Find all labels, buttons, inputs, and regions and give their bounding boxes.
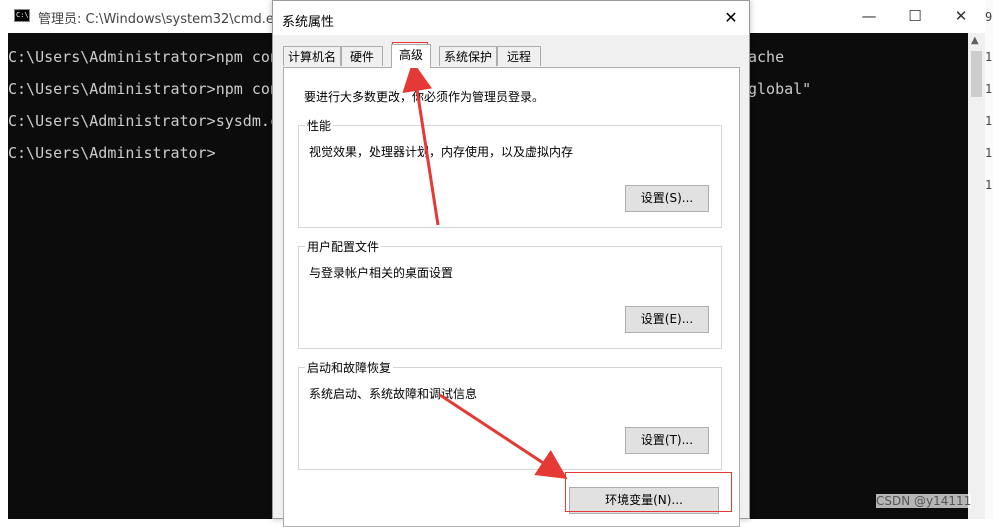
cmd-line-fragment: global" [748,80,812,98]
highlight-env-button [565,472,732,512]
group-description: 与登录帐户相关的桌面设置 [309,266,454,280]
edge-number: 1 [985,114,993,128]
startup-recovery-settings-button[interactable]: 设置(T)... [625,427,709,454]
cmd-maximize-button[interactable]: ☐ [892,0,938,32]
tab-hardware[interactable]: 硬件 [341,46,383,66]
system-properties-dialog: 系统属性 ✕ 计算机名 硬件 高级 系统保护 远程 要进行大多数更改，你必须作为… [272,0,750,527]
startup-recovery-group: 启动和故障恢复 系统启动、系统故障和调试信息 设置(T)... [298,359,722,470]
dialog-close-button[interactable]: ✕ [717,4,745,32]
edge-number: 1 [985,50,993,64]
background-window-edge: 9 1 1 1 1 1 [985,0,993,519]
tab-system-protection[interactable]: 系统保护 [439,46,497,66]
dialog-titlebar[interactable]: 系统属性 ✕ [273,1,749,35]
user-profiles-settings-button[interactable]: 设置(E)... [625,306,709,333]
cmd-line: C:\Users\Administrator>sysdm.cpl [8,112,297,130]
scroll-thumb[interactable] [971,51,982,97]
performance-group: 性能 视觉效果，处理器计划，内存使用，以及虚拟内存 设置(S)... [298,117,722,228]
performance-settings-button[interactable]: 设置(S)... [625,185,709,212]
group-description: 系统启动、系统故障和调试信息 [309,387,478,401]
tab-computer-name[interactable]: 计算机名 [283,46,341,66]
cmd-close-button[interactable]: ✕ [938,0,984,32]
group-label: 启动和故障恢复 [305,359,394,376]
group-description: 视觉效果，处理器计划，内存使用，以及虚拟内存 [309,145,574,159]
group-label: 用户配置文件 [305,238,382,255]
dialog-title: 系统属性 [282,15,335,30]
edge-number: 1 [985,82,993,96]
advanced-tab-panel: 要进行大多数更改，你必须作为管理员登录。 性能 视觉效果，处理器计划，内存使用，… [283,67,740,527]
tab-advanced[interactable]: 高级 [391,44,431,68]
cmd-line-fragment: ache [748,48,785,66]
admin-notice: 要进行大多数更改，你必须作为管理员登录。 [304,90,545,104]
cmd-scrollbar[interactable]: ▲ [968,33,985,519]
cmd-window-title: 管理员: C:\Windows\system32\cmd.exe [38,12,289,27]
cmd-app-icon: C:\ [14,9,30,22]
cmd-line: C:\Users\Administrator> [8,144,216,162]
scroll-up-arrow-icon[interactable]: ▲ [971,35,979,46]
group-label: 性能 [305,117,334,134]
csdn-watermark: CSDN @y14111 [876,494,972,508]
edge-number: 1 [985,178,993,192]
edge-number: 1 [985,146,993,160]
cmd-line: C:\Users\Administrator>npm config [8,80,307,98]
cmd-minimize-button[interactable]: — [846,0,892,32]
cmd-line: C:\Users\Administrator>npm config [8,48,307,66]
user-profiles-group: 用户配置文件 与登录帐户相关的桌面设置 设置(E)... [298,238,722,349]
edge-number: 9 [985,10,993,24]
tab-remote[interactable]: 远程 [497,46,541,66]
